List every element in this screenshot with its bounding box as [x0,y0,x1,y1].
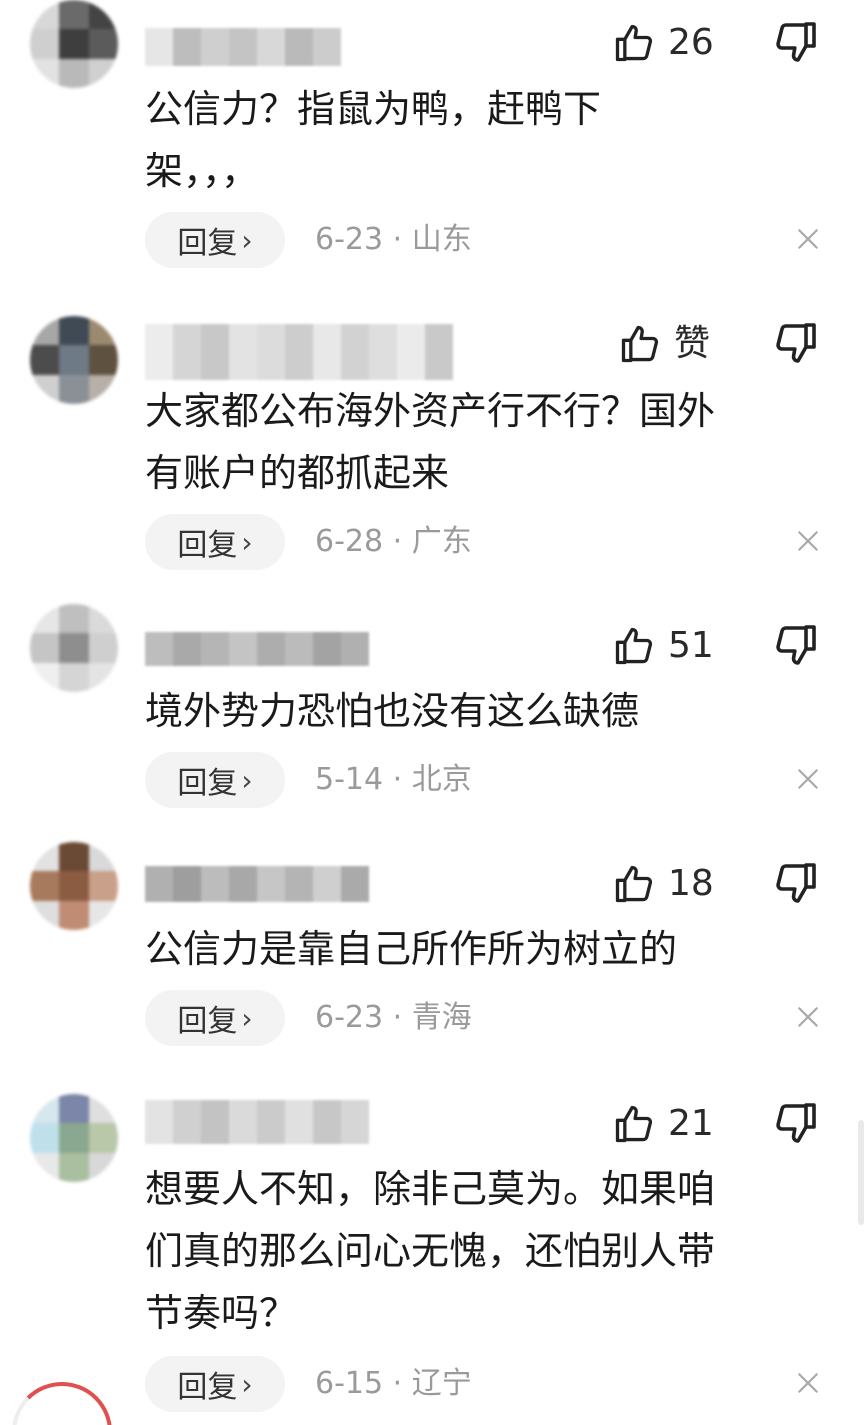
thumbs-up-icon [615,1105,653,1143]
avatar[interactable] [30,842,118,930]
meta-separator: · [383,524,412,559]
avatar[interactable] [30,0,118,88]
thumbs-down-icon [776,625,816,665]
like-button[interactable]: 26 [612,18,714,68]
username-blurred[interactable] [145,1100,369,1144]
like-count: 赞 [674,323,711,364]
reply-button[interactable]: 回复 › [145,990,285,1046]
thumbs-up-icon [615,627,653,665]
edge-scroll-indicator [858,1120,864,1225]
dislike-button[interactable] [772,1099,822,1149]
chevron-right-icon: › [241,1367,253,1401]
thumbs-down-icon [776,22,816,62]
dismiss-button[interactable] [795,1004,825,1034]
username-blurred[interactable] [145,28,341,66]
comment-location: 广东 [411,524,472,559]
reply-button[interactable]: 回复 › [145,514,285,570]
reply-button[interactable]: 回复 › [145,212,285,268]
meta-separator: · [383,762,412,797]
username-blurred[interactable] [145,632,369,666]
close-icon [798,1007,818,1027]
thumbs-down-icon [776,863,816,903]
meta-separator: · [383,1000,412,1035]
reply-label: 回复 [177,528,238,563]
thumbs-up-icon [621,325,659,363]
comment-list: 26 公信力？指鼠为鸭，赶鸭下 架，，， 回复 › 6-23 · 山东 赞 大家… [0,0,864,1425]
dislike-button[interactable] [772,18,822,68]
loading-spinner-icon [12,1382,112,1425]
username-blurred[interactable] [145,324,453,380]
username-blurred[interactable] [145,866,369,902]
chevron-right-icon: › [241,525,253,559]
chevron-right-icon: › [241,1001,253,1035]
dismiss-button[interactable] [795,528,825,558]
comment-location: 辽宁 [411,1366,472,1401]
avatar[interactable] [30,316,118,404]
comment-text: 想要人不知，除非己莫为。如果咱 们真的那么问心无愧，还怕别人带 节奏吗？ [145,1167,716,1335]
thumbs-up-icon [615,24,653,62]
avatar[interactable] [30,1094,118,1182]
close-icon [798,531,818,551]
dislike-button[interactable] [772,319,822,369]
comment-meta: 6-23 · 青海 [315,990,472,1046]
meta-separator: · [383,222,412,257]
close-icon [798,769,818,789]
dismiss-button[interactable] [795,226,825,256]
avatar[interactable] [30,604,118,692]
comment-location: 山东 [411,222,472,257]
reply-button[interactable]: 回复 › [145,752,285,808]
reply-label: 回复 [177,766,238,801]
comment-date: 6-15 [315,1366,384,1401]
comment-meta: 6-28 · 广东 [315,514,472,570]
close-icon [798,1373,818,1393]
dismiss-button[interactable] [795,766,825,796]
like-count: 51 [668,625,714,666]
comment-text: 大家都公布海外资产行不行？国外 有账户的都抓起来 [145,389,716,495]
comment-text: 公信力是靠自己所作所为树立的 [145,927,678,971]
dislike-button[interactable] [772,859,822,909]
chevron-right-icon: › [241,223,253,257]
like-count: 21 [668,1103,714,1144]
comment-text: 境外势力恐怕也没有这么缺德 [145,689,640,733]
comment-meta: 6-23 · 山东 [315,212,472,268]
comment-location: 北京 [411,762,472,797]
like-button[interactable]: 赞 [618,319,710,369]
like-button[interactable]: 21 [612,1099,714,1149]
like-count: 18 [668,863,714,904]
dislike-button[interactable] [772,621,822,671]
comment-meta: 6-15 · 辽宁 [315,1356,472,1412]
dismiss-button[interactable] [795,1370,825,1400]
like-button[interactable]: 51 [612,621,714,671]
reply-label: 回复 [177,1370,238,1405]
like-button[interactable]: 18 [612,859,714,909]
close-icon [798,229,818,249]
comment-meta: 5-14 · 北京 [315,752,472,808]
thumbs-up-icon [615,865,653,903]
comment-date: 6-28 [315,524,384,559]
thumbs-down-icon [776,323,816,363]
reply-label: 回复 [177,1004,238,1039]
comment-text: 公信力？指鼠为鸭，赶鸭下 架，，， [145,87,602,193]
comment-date: 6-23 [315,222,384,257]
reply-button[interactable]: 回复 › [145,1356,285,1412]
reply-label: 回复 [177,226,238,261]
comment-location: 青海 [411,1000,472,1035]
comment-date: 5-14 [315,762,384,797]
meta-separator: · [383,1366,412,1401]
thumbs-down-icon [776,1103,816,1143]
comment-date: 6-23 [315,1000,384,1035]
like-count: 26 [668,22,714,63]
chevron-right-icon: › [241,763,253,797]
